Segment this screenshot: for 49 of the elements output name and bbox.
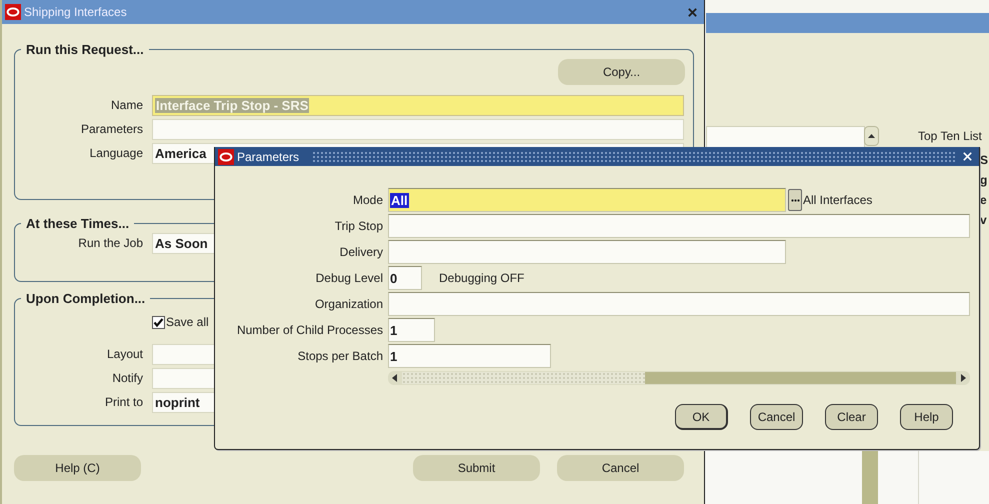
- field-label: Delivery: [338, 245, 384, 259]
- save-checkbox[interactable]: Save all: [152, 315, 209, 329]
- field-label: Number of Child Processes: [236, 323, 384, 337]
- ellipsis-icon: [790, 198, 800, 202]
- list-field[interactable]: [706, 126, 865, 148]
- dialog-button[interactable]: OK: [675, 404, 728, 430]
- field-label: Notify: [111, 371, 144, 385]
- checkbox-icon[interactable]: [152, 316, 165, 328]
- dialog-button[interactable]: Cancel: [557, 455, 684, 481]
- field-label: Name: [110, 98, 144, 112]
- dialog-button[interactable]: Clear: [825, 404, 878, 430]
- horizontal-scrollbar[interactable]: [388, 371, 970, 385]
- dialog-button[interactable]: Cancel: [750, 404, 803, 430]
- close-icon[interactable]: [687, 6, 698, 18]
- list-label: Top Ten List: [918, 129, 982, 143]
- field-label: Debug Level: [314, 271, 384, 285]
- section-title: Run this Request...: [25, 42, 145, 57]
- input-field[interactable]: 1: [388, 344, 551, 368]
- field-label: Layout: [106, 347, 144, 361]
- section-title: Upon Completion...: [25, 291, 146, 306]
- field-label: Parameters: [80, 122, 144, 136]
- vertical-bar: [862, 451, 878, 504]
- dialog-button[interactable]: Submit: [413, 455, 540, 481]
- input-field[interactable]: [388, 292, 970, 316]
- field-description: Debugging OFF: [439, 271, 524, 285]
- section-title: At these Times...: [25, 216, 130, 231]
- dialog-button[interactable]: Help: [900, 404, 953, 430]
- input-field[interactable]: [388, 240, 786, 264]
- input-field[interactable]: 1: [388, 318, 435, 342]
- input-field[interactable]: [388, 214, 970, 238]
- window-title: Shipping Interfaces: [24, 5, 127, 19]
- field-label: Organization: [314, 297, 384, 311]
- input-field[interactable]: All: [388, 188, 786, 212]
- oracle-logo-icon: [218, 148, 234, 164]
- field-label: Stops per Batch: [296, 349, 384, 363]
- window-title: Parameters: [237, 150, 300, 164]
- field-label: Mode: [352, 193, 384, 207]
- scroll-up-icon[interactable]: [864, 126, 879, 146]
- field-description: All Interfaces: [803, 193, 872, 207]
- dialog-button[interactable]: Help (C): [14, 455, 141, 481]
- oracle-logo-icon: [5, 4, 21, 20]
- field-label: Language: [88, 146, 144, 160]
- field-label: Print to: [104, 395, 144, 409]
- field-label: Trip Stop: [334, 219, 384, 233]
- copy-button[interactable]: Copy...: [558, 59, 685, 85]
- list-of-values-button[interactable]: [788, 189, 802, 211]
- field-label: Run the Job: [77, 236, 144, 250]
- truncated-text: S: [980, 152, 988, 169]
- input-field[interactable]: 0: [388, 266, 422, 290]
